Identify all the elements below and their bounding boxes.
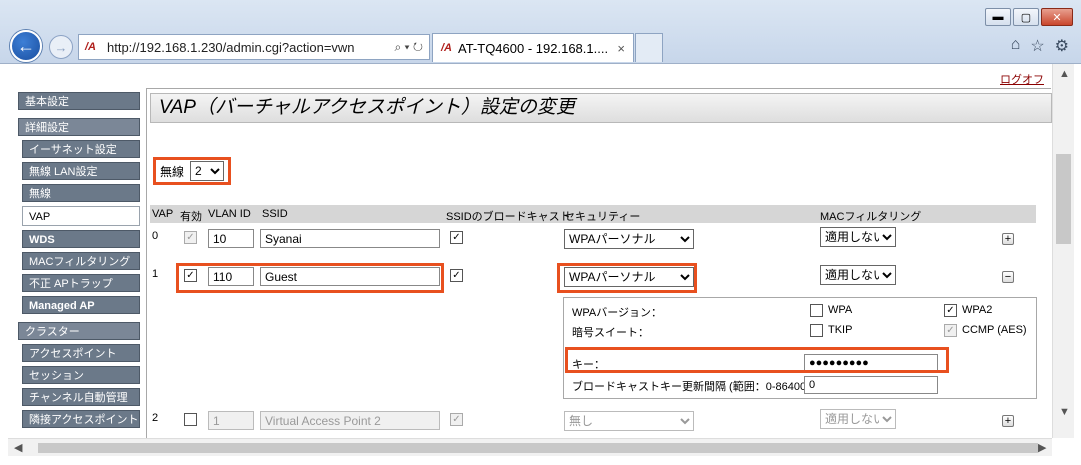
radio-select[interactable]: 2 — [190, 161, 225, 181]
radio-selector-highlight: 無線 2 — [153, 157, 232, 185]
wpa-checkbox[interactable] — [810, 304, 823, 317]
scroll-right-icon[interactable]: ▶ — [1038, 441, 1046, 454]
logoff-link[interactable]: ログオフ — [1000, 71, 1044, 87]
col-security: セキュリティー — [564, 211, 641, 223]
rekey-interval-input[interactable] — [804, 376, 938, 394]
favorites-star-icon[interactable]: ☆ — [1030, 36, 1044, 56]
ssid-input[interactable] — [260, 229, 440, 248]
sidebar-item-channel-auto[interactable]: チャンネル自動管理 — [22, 388, 140, 406]
tab-close-icon[interactable]: × — [617, 41, 625, 56]
table-row: 2 ✓ 無し 適用しない + — [150, 409, 1036, 433]
ccmp-checkbox[interactable]: ✓ — [944, 324, 957, 337]
sidebar-item-access-point[interactable]: アクセスポイント — [22, 344, 140, 362]
forward-button[interactable]: → — [49, 35, 73, 59]
highlight-key — [565, 347, 949, 373]
page-content: ログオフ 基本設定 詳細設定 イーサネット設定 無線 LAN設定 無線 VAP … — [8, 64, 1052, 438]
sidebar-item-wds[interactable]: WDS — [22, 230, 140, 248]
broadcast-checkbox[interactable]: ✓ — [450, 413, 463, 426]
security-select[interactable]: 無し — [564, 411, 694, 431]
table-row: 0 ✓ ✓ WPAパーソナル 適用しない + — [150, 227, 1036, 251]
sidebar-item-managed-ap[interactable]: Managed AP — [22, 296, 140, 314]
gear-icon[interactable]: ⚙ — [1055, 36, 1069, 56]
horizontal-scroll-thumb[interactable] — [38, 443, 1038, 453]
vap-number: 1 — [152, 268, 159, 280]
vlan-input[interactable] — [208, 411, 254, 430]
back-button[interactable]: ← — [10, 30, 42, 62]
security-select[interactable]: WPAパーソナル — [564, 229, 694, 249]
highlight-vlan-ssid — [176, 263, 444, 293]
browser-titlebar: ▬ ▢ ✕ ← → /A http://192.168.1.230/admin.… — [0, 0, 1081, 64]
expand-plus-icon[interactable]: + — [1002, 415, 1014, 427]
col-broadcast: SSIDのブロードキャスト — [446, 211, 571, 223]
sidebar-item-basic-settings[interactable]: 基本設定 — [18, 92, 140, 110]
wpa-version-label: WPAバージョン： — [572, 307, 663, 319]
wpa2-label: WPA2 — [962, 304, 993, 316]
maximize-button[interactable]: ▢ — [1013, 8, 1039, 26]
wpa2-checkbox[interactable]: ✓ — [944, 304, 957, 317]
sidebar-item-cluster[interactable]: クラスター — [18, 322, 140, 340]
ssid-input[interactable] — [260, 411, 440, 430]
vertical-scrollbar[interactable]: ▲ ▼ — [1052, 64, 1074, 438]
back-arrow-icon: ← — [17, 35, 35, 56]
sidebar-item-rogue-ap[interactable]: 不正 APトラップ — [22, 274, 140, 292]
broadcast-checkbox[interactable]: ✓ — [450, 231, 463, 244]
vertical-scroll-thumb[interactable] — [1056, 154, 1071, 244]
tkip-checkbox[interactable] — [810, 324, 823, 337]
address-tools-icon[interactable]: ⌕ ▾ ↻ — [394, 40, 423, 55]
mac-filter-select[interactable]: 適用しない — [820, 265, 896, 285]
close-button[interactable]: ✕ — [1041, 8, 1073, 26]
site-logo-icon: /A — [85, 41, 96, 53]
highlight-security — [557, 263, 697, 293]
forward-arrow-icon: → — [54, 39, 68, 55]
vap-number: 2 — [152, 412, 159, 424]
tab-logo-icon: /A — [441, 42, 452, 54]
mac-filter-select[interactable]: 適用しない — [820, 227, 896, 247]
vlan-input[interactable] — [208, 229, 254, 248]
browser-toolbar-icons: ⌂ ☆ ⚙ — [1011, 36, 1069, 56]
enabled-checkbox[interactable]: ✓ — [184, 231, 197, 244]
col-vlan: VLAN ID — [208, 208, 251, 220]
window-controls: ▬ ▢ ✕ — [985, 8, 1073, 26]
url-text[interactable]: http://192.168.1.230/admin.cgi?action=vw… — [107, 40, 394, 55]
scroll-left-icon[interactable]: ◀ — [14, 441, 22, 454]
address-bar[interactable]: /A http://192.168.1.230/admin.cgi?action… — [78, 34, 430, 60]
sidebar-item-neighbor-ap[interactable]: 隣接アクセスポイント — [22, 410, 140, 428]
expand-plus-icon[interactable]: + — [1002, 233, 1014, 245]
sidebar-item-session[interactable]: セッション — [22, 366, 140, 384]
browser-tab[interactable]: /A AT-TQ4600 - 192.168.1.... × — [432, 33, 634, 62]
radio-label: 無線 — [160, 164, 185, 179]
scroll-up-icon[interactable]: ▲ — [1059, 68, 1070, 80]
col-enabled: 有効 — [180, 211, 202, 223]
scroll-down-icon[interactable]: ▼ — [1059, 406, 1070, 418]
tab-title: AT-TQ4600 - 192.168.1.... — [458, 40, 609, 56]
page-title: VAP（バーチャルアクセスポイント）設定の変更 — [150, 93, 1052, 123]
vap-number: 0 — [152, 230, 159, 242]
wpa-label: WPA — [828, 304, 853, 316]
broadcast-checkbox[interactable]: ✓ — [450, 269, 463, 282]
table-header: VAP 有効 VLAN ID SSID SSIDのブロードキャスト セキュリティ… — [150, 205, 1036, 223]
minimize-button[interactable]: ▬ — [985, 8, 1011, 26]
tkip-label: TKIP — [828, 324, 853, 336]
col-mac: MACフィルタリング — [820, 211, 922, 223]
sidebar-item-vap[interactable]: VAP — [22, 206, 140, 226]
cipher-suite-label: 暗号スイート： — [572, 327, 649, 339]
collapse-minus-icon[interactable]: − — [1002, 271, 1014, 283]
sidebar-item-ethernet[interactable]: イーサネット設定 — [22, 140, 140, 158]
home-icon[interactable]: ⌂ — [1011, 36, 1021, 56]
sidebar-item-wireless[interactable]: 無線 — [22, 184, 140, 202]
sidebar-item-mac-filtering[interactable]: MACフィルタリング — [22, 252, 140, 270]
col-ssid: SSID — [262, 208, 288, 220]
mac-filter-select[interactable]: 適用しない — [820, 409, 896, 429]
col-vap: VAP — [152, 208, 174, 220]
new-tab-button[interactable] — [635, 33, 663, 62]
ccmp-label: CCMP (AES) — [962, 324, 1027, 336]
sidebar-item-advanced-settings[interactable]: 詳細設定 — [18, 118, 140, 136]
sidebar-item-wireless-lan[interactable]: 無線 LAN設定 — [22, 162, 140, 180]
horizontal-scrollbar[interactable]: ◀ ▶ — [8, 438, 1052, 456]
rekey-interval-label: ブロードキャストキー更新間隔 (範囲：0-86400) — [572, 381, 810, 393]
main-panel: VAP（バーチャルアクセスポイント）設定の変更 無線 2 VAP 有効 VLAN… — [146, 88, 1052, 438]
enabled-checkbox[interactable] — [184, 413, 197, 426]
sidebar: 基本設定 詳細設定 イーサネット設定 無線 LAN設定 無線 VAP WDS M… — [18, 92, 140, 432]
